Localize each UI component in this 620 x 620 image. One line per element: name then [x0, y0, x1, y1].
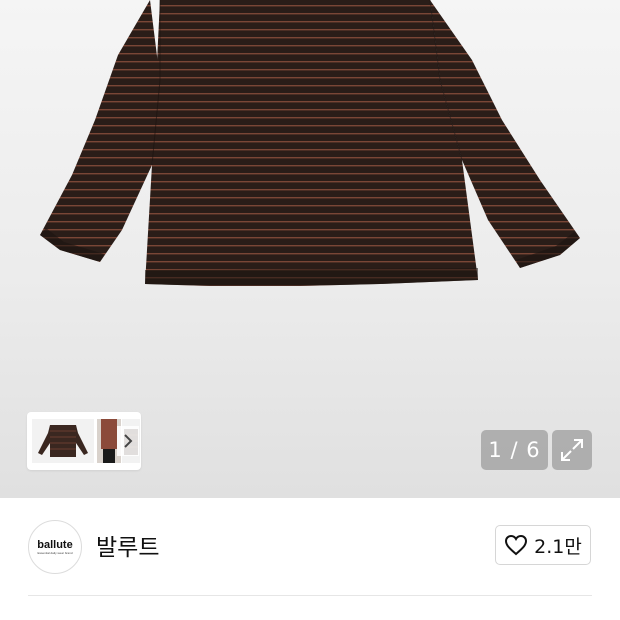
chevron-right-icon — [124, 434, 133, 448]
image-counter: 1 / 6 — [481, 430, 548, 470]
like-button[interactable]: 2.1만 — [495, 525, 591, 565]
product-image-gallery[interactable]: 1 / 6 — [0, 0, 620, 498]
avatar-tagline: Essential daily wear brand — [37, 550, 73, 555]
store-name[interactable]: 발루트 — [96, 528, 159, 562]
store-avatar[interactable]: ballute Essential daily wear brand — [28, 520, 82, 574]
thumbnail-strip — [27, 412, 141, 470]
like-count: 2.1만 — [534, 535, 582, 558]
store-row: ballute Essential daily wear brand 발루트 2… — [0, 498, 620, 620]
thumbnail-next-button[interactable] — [117, 426, 139, 456]
counter-separator: / — [510, 438, 519, 462]
expand-button[interactable] — [552, 430, 592, 470]
divider — [28, 595, 592, 596]
thumbnail-1[interactable] — [32, 419, 94, 463]
heart-outline-icon — [505, 534, 528, 556]
avatar-logo-text: ballute — [37, 538, 73, 551]
counter-current: 1 — [488, 438, 503, 462]
expand-arrows-icon — [561, 439, 583, 461]
counter-total: 6 — [526, 438, 541, 462]
